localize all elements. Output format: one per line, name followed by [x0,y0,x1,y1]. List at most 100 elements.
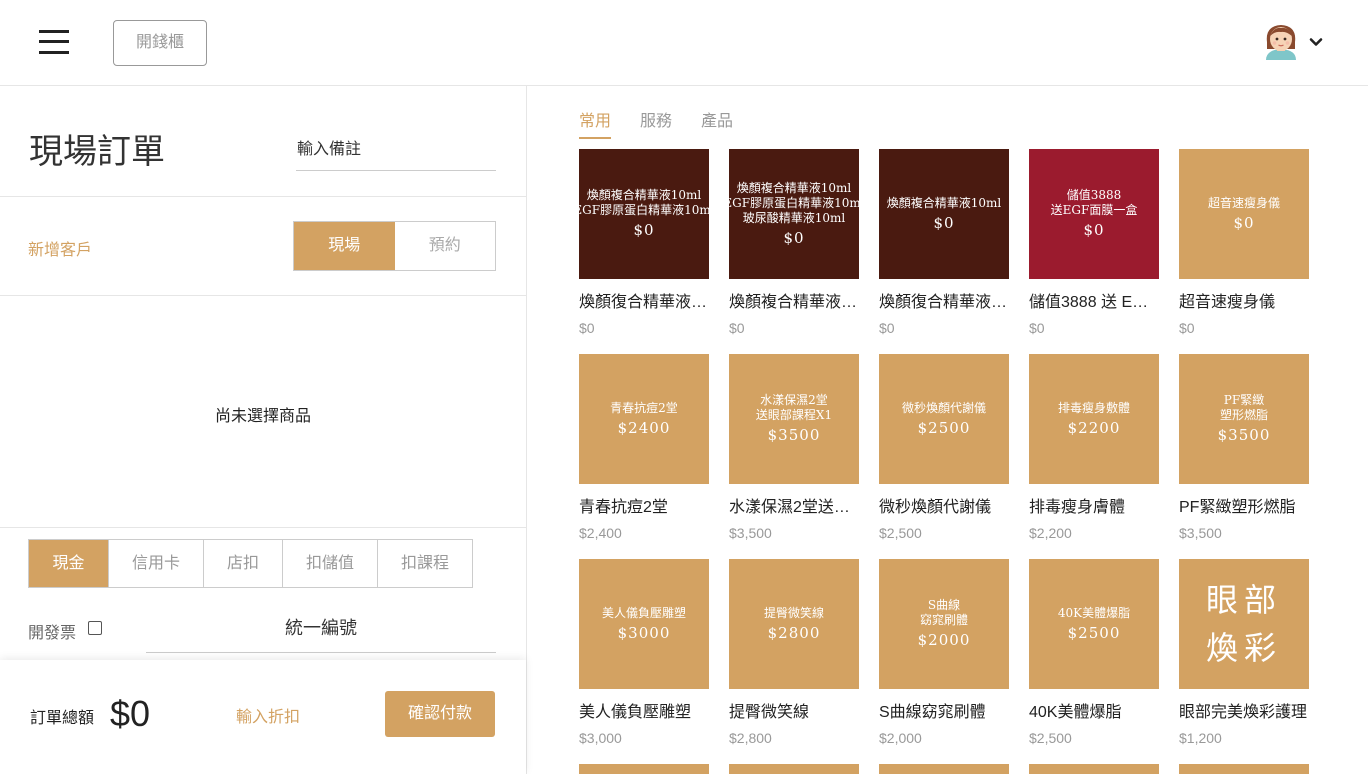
payment-tab-cash[interactable]: 現金 [29,540,108,587]
tab-products[interactable]: 產品 [701,107,733,139]
product-image[interactable] [879,764,1009,774]
payment-tab-store-deduct[interactable]: 店扣 [203,540,282,587]
order-note-input[interactable] [296,130,496,171]
product-image-text: 超音速瘦身儀 [1207,195,1280,210]
product-image[interactable]: S曲線 窈窕刷體 $2000 [879,559,1009,689]
tab-common[interactable]: 常用 [579,107,612,139]
product-card[interactable]: 超音速瘦身儀 $0 超音速瘦身儀 $0 [1179,149,1309,336]
tax-id-field[interactable]: 統一編號 [146,612,496,653]
product-image[interactable]: 儲值3888 送EGF面膜一盒 $0 [1029,149,1159,279]
product-image[interactable]: 超音速瘦身儀 $0 [1179,149,1309,279]
product-image[interactable]: 40K美體爆脂 $2500 [1029,559,1159,689]
product-image[interactable] [1179,764,1309,774]
product-card[interactable] [879,764,1009,774]
product-image-text: 煥顏複合精華液10ml [586,188,702,202]
product-image[interactable]: 水漾保濕2堂 送眼部課程X1 $3500 [729,354,859,484]
product-card[interactable] [1179,764,1309,774]
chevron-down-icon[interactable] [1309,35,1323,49]
product-image-text: 眼部 [1205,581,1282,619]
product-image[interactable] [579,764,709,774]
product-image[interactable]: 眼部 煥彩 [1179,559,1309,689]
product-card[interactable]: 眼部 煥彩 眼部完美煥彩護理 $1,200 [1179,559,1309,746]
product-name: PF緊緻塑形燃脂 [1179,499,1296,516]
product-card[interactable]: 排毒瘦身敷體 $2200 排毒瘦身膚體 $2,200 [1029,354,1159,541]
product-image-price: $2800 [767,623,821,642]
product-card[interactable]: 美人儀負壓雕塑 $3000 美人儀負壓雕塑 $3,000 [579,559,709,746]
product-image-text: 送EGF面膜一盒 [1050,203,1138,217]
product-image[interactable]: 青春抗痘2堂 $2400 [579,354,709,484]
product-image-text: 40K美體爆脂 [1057,605,1131,620]
product-card[interactable] [729,764,859,774]
product-price: $2,000 [879,730,922,746]
discount-link[interactable]: 輸入折扣 [236,703,300,727]
product-image[interactable] [1029,764,1159,774]
divider [0,196,526,197]
tab-services[interactable]: 服務 [640,107,672,139]
product-image-text: EGF膠原蛋白精華液10ml [723,195,865,210]
product-name: 提臀微笑線 [729,704,810,721]
product-card[interactable]: 儲值3888 送EGF面膜一盒 $0 儲值3888 送 E… $0 [1029,149,1159,336]
product-image-price: $0 [933,213,955,232]
product-card[interactable]: S曲線 窈窕刷體 $2000 S曲線窈窕刷體 $2,000 [879,559,1009,746]
product-price: $2,800 [729,730,772,746]
product-price: $0 [879,320,895,336]
product-card[interactable]: 青春抗痘2堂 $2400 青春抗痘2堂 $2,400 [579,354,709,541]
product-card[interactable]: 煥顏複合精華液10ml $0 煥顏復合精華液… $0 [879,149,1009,336]
product-card[interactable]: 微秒煥顏代謝儀 $2500 微秒煥顏代謝儀 $2,500 [879,354,1009,541]
cash-drawer-button[interactable]: 開錢櫃 [113,20,207,66]
product-card[interactable]: 水漾保濕2堂 送眼部課程X1 $3500 水漾保濕2堂送… $3,500 [729,354,859,541]
product-price: $0 [729,320,745,336]
product-name: 眼部完美煥彩護理 [1179,704,1308,721]
mode-tab-onsite[interactable]: 現場 [294,222,395,270]
add-customer-link[interactable]: 新增客戶 [28,236,92,260]
product-price: $2,400 [579,525,622,541]
payment-tab-credit-card[interactable]: 信用卡 [108,540,203,587]
product-image-text: 青春抗痘2堂 [610,400,678,415]
product-price: $3,000 [579,730,622,746]
product-image-price: $3500 [1217,426,1271,444]
product-image[interactable]: 煥顏複合精華液10ml EGF膠原蛋白精華液10ml $0 [573,149,715,279]
product-price: $2,500 [879,525,922,541]
product-image-price: $2500 [917,418,971,437]
product-card[interactable]: 煥顏複合精華液10ml EGF膠原蛋白精華液10ml 玻尿酸精華液10ml $0 煥顏複… [723,149,865,336]
product-card[interactable]: 40K美體爆脂 $2500 40K美體爆脂 $2,500 [1029,559,1159,746]
product-image[interactable]: PF緊緻 塑形燃脂 $3500 [1179,354,1309,484]
product-price: $3,500 [729,525,772,541]
product-image[interactable] [729,764,859,774]
payment-tab-stored-value[interactable]: 扣儲值 [282,540,377,587]
product-image[interactable]: 煥顏複合精華液10ml $0 [879,149,1009,279]
product-image-text: 煥顏複合精華液10ml [736,180,852,195]
product-name: 儲值3888 送 E… [1029,294,1149,311]
product-name: 40K美體爆脂 [1029,704,1122,721]
product-image[interactable]: 煥顏複合精華液10ml EGF膠原蛋白精華液10ml 玻尿酸精華液10ml $0 [723,149,865,279]
product-image[interactable]: 排毒瘦身敷體 $2200 [1029,354,1159,484]
user-avatar-icon[interactable] [1262,22,1300,62]
product-name: 排毒瘦身膚體 [1029,499,1126,516]
product-card[interactable]: PF緊緻 塑形燃脂 $3500 PF緊緻塑形燃脂 $3,500 [1179,354,1309,541]
total-value: $0 [110,693,151,734]
hamburger-line [39,51,69,54]
product-image[interactable]: 微秒煥顏代謝儀 $2500 [879,354,1009,484]
mode-tab-reservation[interactable]: 預約 [395,222,496,270]
top-header: 開錢櫃 [0,0,1368,86]
product-image-text: PF緊緻 [1223,393,1265,407]
product-image[interactable]: 提臀微笑線 $2800 [729,559,859,689]
product-card[interactable]: 提臀微笑線 $2800 提臀微笑線 $2,800 [729,559,859,746]
product-card[interactable]: 煥顏複合精華液10ml EGF膠原蛋白精華液10ml $0 煥顏復合精華液… $0 [573,149,715,336]
hamburger-line [39,30,69,33]
confirm-payment-button[interactable]: 確認付款 [385,691,495,737]
product-image-text: 煥顏複合精華液10ml [886,195,1002,210]
payment-tab-course[interactable]: 扣課程 [377,540,472,587]
product-card[interactable] [579,764,709,774]
product-image[interactable]: 美人儀負壓雕塑 $3000 [579,559,709,689]
product-name: 青春抗痘2堂 [579,499,668,516]
product-card[interactable] [1029,764,1159,774]
invoice-checkbox[interactable] [88,621,102,635]
hamburger-menu-icon[interactable] [39,30,69,54]
divider [0,527,526,528]
product-name: 水漾保濕2堂送… [729,499,850,516]
product-image-text: 儲值3888 [1066,188,1122,202]
product-image-text: 送眼部課程X1 [755,408,833,422]
product-price: $0 [1029,320,1045,336]
product-name: S曲線窈窕刷體 [879,704,986,721]
